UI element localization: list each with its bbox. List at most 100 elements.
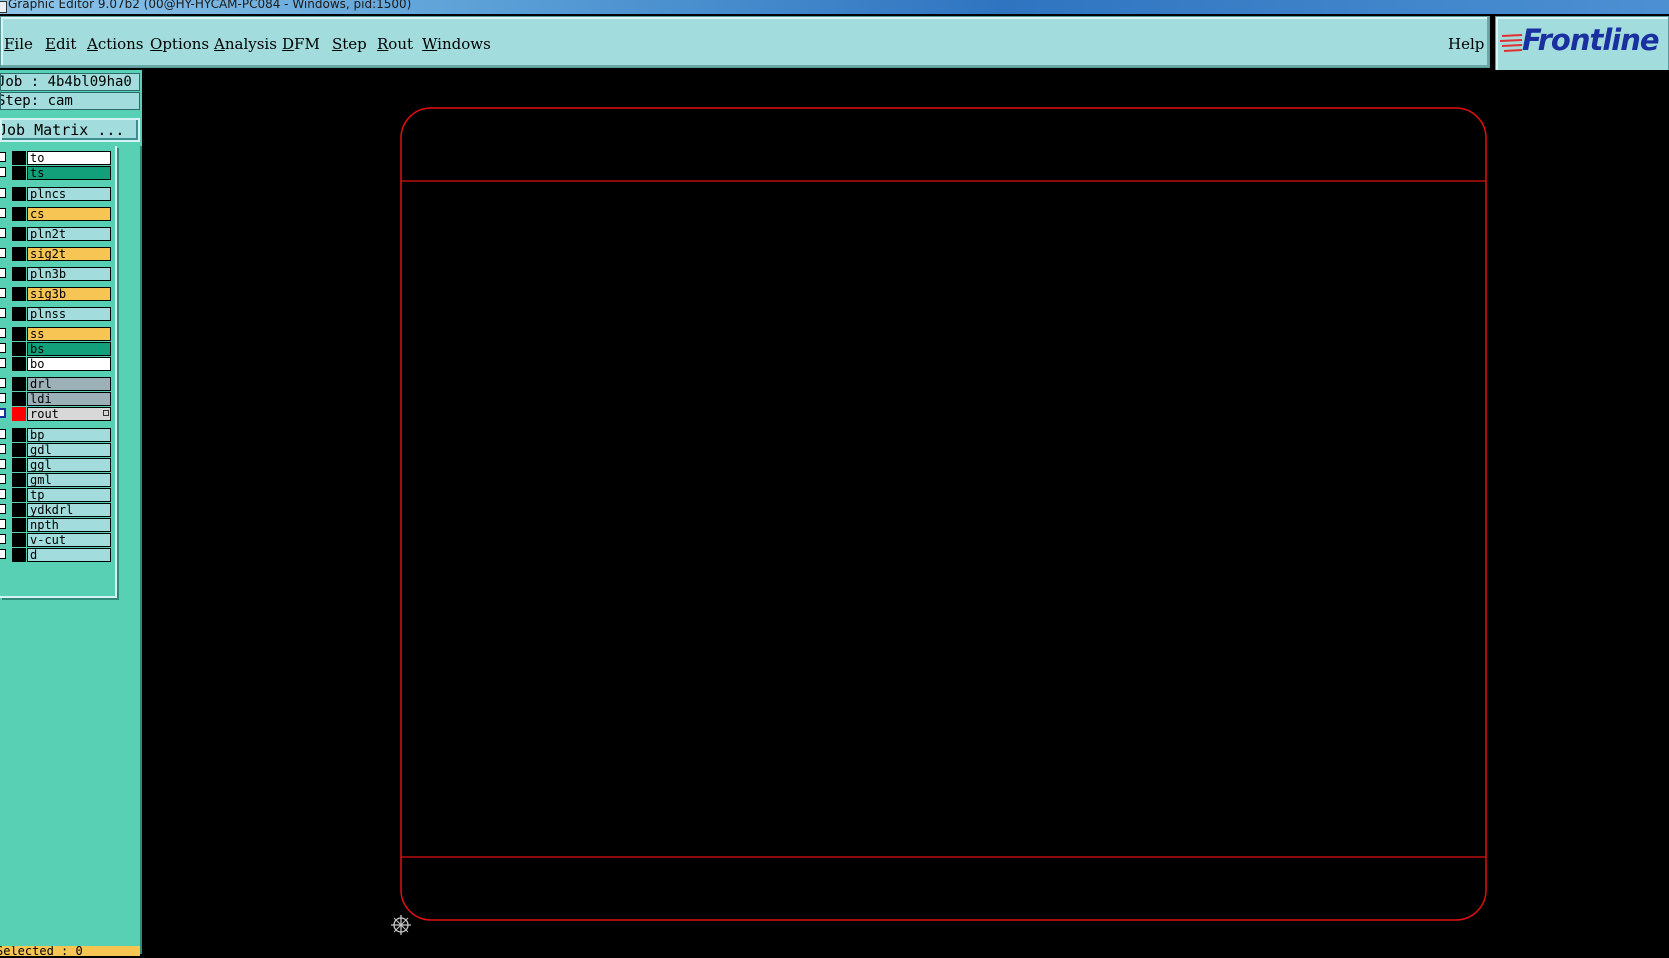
- layer-checkbox[interactable]: [0, 393, 6, 403]
- layer-checkbox[interactable]: [0, 378, 6, 388]
- layer-checkbox[interactable]: [0, 489, 6, 499]
- layer-row-rout[interactable]: rout: [0, 407, 112, 421]
- layer-row-to[interactable]: to: [0, 151, 112, 165]
- layer-work-swatch[interactable]: [12, 428, 26, 442]
- layer-checkbox[interactable]: [0, 534, 6, 544]
- layer-row-ts[interactable]: ts: [0, 166, 112, 180]
- layer-name[interactable]: ss: [27, 327, 111, 341]
- layer-row-bp[interactable]: bp: [0, 428, 112, 442]
- layer-checkbox[interactable]: [0, 549, 6, 559]
- layer-work-swatch[interactable]: [12, 392, 26, 406]
- layer-checkbox[interactable]: [0, 519, 6, 529]
- layer-work-swatch[interactable]: [12, 166, 26, 180]
- layer-name[interactable]: pln2t: [27, 227, 111, 241]
- layer-work-swatch[interactable]: [12, 357, 26, 371]
- layer-checkbox[interactable]: [0, 504, 6, 514]
- menu-step[interactable]: Step: [332, 35, 367, 53]
- menu-help[interactable]: Help: [1448, 35, 1484, 53]
- layer-checkbox[interactable]: [0, 358, 6, 368]
- menu-file[interactable]: File: [4, 35, 33, 53]
- layer-work-swatch[interactable]: [12, 443, 26, 457]
- layer-checkbox[interactable]: [0, 459, 6, 469]
- layer-name[interactable]: cs: [27, 207, 111, 221]
- layer-name[interactable]: ydkdrl: [27, 503, 111, 517]
- layer-name[interactable]: drl: [27, 377, 111, 391]
- layer-row-tp[interactable]: tp: [0, 488, 112, 502]
- layer-name[interactable]: pln3b: [27, 267, 111, 281]
- layer-work-swatch[interactable]: [12, 327, 26, 341]
- layer-checkbox[interactable]: [0, 188, 6, 198]
- layer-row-plnss[interactable]: plnss: [0, 307, 112, 321]
- layer-work-swatch[interactable]: [12, 407, 26, 421]
- layer-checkbox[interactable]: [0, 152, 6, 162]
- layer-row-ydkdrl[interactable]: ydkdrl: [0, 503, 112, 517]
- layer-work-swatch[interactable]: [12, 377, 26, 391]
- layer-row-cs[interactable]: cs: [0, 207, 112, 221]
- menu-rout[interactable]: Rout: [377, 35, 413, 53]
- menu-edit[interactable]: Edit: [45, 35, 76, 53]
- layer-work-swatch[interactable]: [12, 473, 26, 487]
- layer-work-swatch[interactable]: [12, 267, 26, 281]
- layer-work-swatch[interactable]: [12, 247, 26, 261]
- layer-work-swatch[interactable]: [12, 458, 26, 472]
- menu-actions[interactable]: Actions: [87, 35, 143, 53]
- layer-name[interactable]: to: [27, 151, 111, 165]
- layer-checkbox[interactable]: [0, 408, 6, 418]
- layer-checkbox[interactable]: [0, 268, 6, 278]
- layer-row-gml[interactable]: gml: [0, 473, 112, 487]
- layer-work-swatch[interactable]: [12, 187, 26, 201]
- layer-work-swatch[interactable]: [12, 533, 26, 547]
- layer-work-swatch[interactable]: [12, 307, 26, 321]
- layer-checkbox[interactable]: [0, 328, 6, 338]
- layer-work-swatch[interactable]: [12, 227, 26, 241]
- layer-name[interactable]: ts: [27, 166, 111, 180]
- layer-row-pln3b[interactable]: pln3b: [0, 267, 112, 281]
- layer-row-npth[interactable]: npth: [0, 518, 112, 532]
- layer-row-sig3b[interactable]: sig3b: [0, 287, 112, 301]
- layer-work-swatch[interactable]: [12, 488, 26, 502]
- layer-work-swatch[interactable]: [12, 151, 26, 165]
- layer-name[interactable]: bo: [27, 357, 111, 371]
- layer-row-drl[interactable]: drl: [0, 377, 112, 391]
- layer-name[interactable]: sig3b: [27, 287, 111, 301]
- layer-name[interactable]: gml: [27, 473, 111, 487]
- layer-checkbox[interactable]: [0, 208, 6, 218]
- layer-row-pln2t[interactable]: pln2t: [0, 227, 112, 241]
- layer-name[interactable]: npth: [27, 518, 111, 532]
- layer-work-swatch[interactable]: [12, 207, 26, 221]
- layer-checkbox[interactable]: [0, 308, 6, 318]
- layer-work-swatch[interactable]: [12, 548, 26, 562]
- layer-name[interactable]: gdl: [27, 443, 111, 457]
- layer-row-ss[interactable]: ss: [0, 327, 112, 341]
- layer-name[interactable]: v-cut: [27, 533, 111, 547]
- layer-row-gdl[interactable]: gdl: [0, 443, 112, 457]
- layer-name[interactable]: ggl: [27, 458, 111, 472]
- job-matrix-button[interactable]: Job Matrix ...: [0, 118, 140, 142]
- layer-checkbox[interactable]: [0, 429, 6, 439]
- menu-dfm[interactable]: DFM: [282, 35, 320, 53]
- layer-name[interactable]: bs: [27, 342, 111, 356]
- layer-work-swatch[interactable]: [12, 518, 26, 532]
- layer-name[interactable]: rout: [27, 407, 111, 421]
- layer-checkbox[interactable]: [0, 228, 6, 238]
- layer-checkbox[interactable]: [0, 167, 6, 177]
- layer-work-swatch[interactable]: [12, 503, 26, 517]
- layer-name[interactable]: d: [27, 548, 111, 562]
- layer-row-v-cut[interactable]: v-cut: [0, 533, 112, 547]
- layer-row-sig2t[interactable]: sig2t: [0, 247, 112, 261]
- layer-checkbox[interactable]: [0, 343, 6, 353]
- layer-row-ggl[interactable]: ggl: [0, 458, 112, 472]
- menu-windows[interactable]: Windows: [422, 35, 491, 53]
- graphic-canvas[interactable]: [142, 70, 1669, 954]
- layer-name[interactable]: plnss: [27, 307, 111, 321]
- layer-row-bo[interactable]: bo: [0, 357, 112, 371]
- layer-name[interactable]: plncs: [27, 187, 111, 201]
- layer-checkbox[interactable]: [0, 248, 6, 258]
- menu-options[interactable]: Options: [150, 35, 209, 53]
- layer-name[interactable]: bp: [27, 428, 111, 442]
- layer-work-swatch[interactable]: [12, 287, 26, 301]
- layer-checkbox[interactable]: [0, 474, 6, 484]
- layer-checkbox[interactable]: [0, 288, 6, 298]
- layer-row-d[interactable]: d: [0, 548, 112, 562]
- layer-row-bs[interactable]: bs: [0, 342, 112, 356]
